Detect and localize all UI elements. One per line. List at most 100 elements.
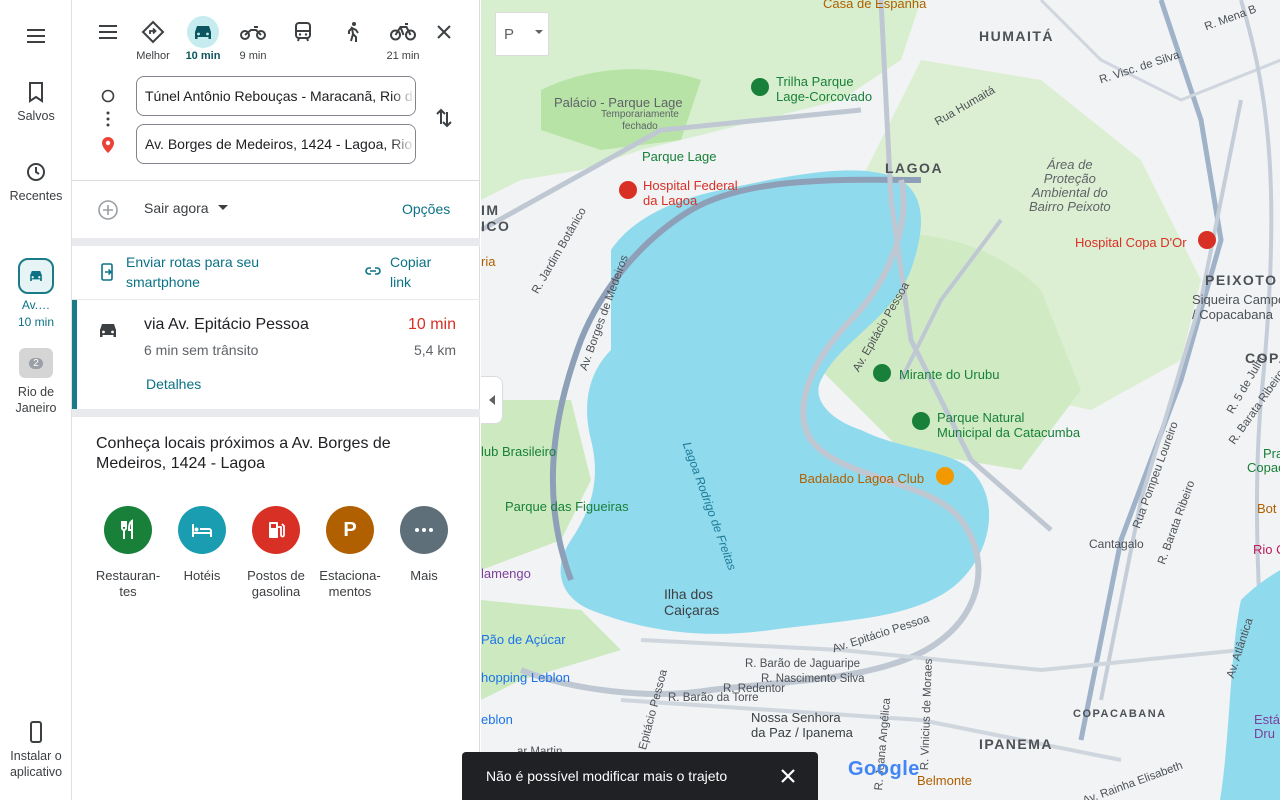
bicycle-icon <box>390 23 416 41</box>
section-divider <box>72 238 480 246</box>
map-canvas[interactable]: P HUMAITÁ LAGOA PEIXOTO COPA COPACABANA … <box>481 0 1280 800</box>
mode-transit[interactable] <box>281 16 325 64</box>
google-logo: Google <box>848 758 920 780</box>
category-restaurants[interactable]: Restauran-tes <box>90 506 166 600</box>
install-label-line1: Instalar o <box>10 749 62 763</box>
transit-icon <box>295 22 311 42</box>
poi-marker-hospital-copa[interactable] <box>1198 231 1216 249</box>
street-jaguaripe: R. Barão de Jaguaripe <box>745 658 861 670</box>
poi-marker-hospital[interactable] <box>619 181 637 199</box>
poi-flamengo[interactable]: lamengo <box>481 566 531 581</box>
swap-icon <box>436 108 452 128</box>
selected-route-indicator <box>72 300 77 410</box>
poi-parque-lage[interactable]: Parque Lage <box>642 149 716 164</box>
destination-value: Av. Borges de Medeiros, 1424 - Lagoa, Ri… <box>145 136 415 152</box>
category-label-l1: Estaciona- <box>319 568 381 583</box>
walking-icon <box>348 22 359 42</box>
mode-car[interactable]: 10 min <box>181 16 225 64</box>
poi-palacio[interactable]: Palácio - Parque Lage <box>554 95 683 110</box>
ilha-line1: Ilha dos <box>664 586 714 602</box>
mode-walk[interactable] <box>331 16 375 64</box>
poi-badalado[interactable]: Badalado Lagoa Club <box>799 471 924 486</box>
send-to-phone-button[interactable]: Enviar rotas para seu smartphone <box>100 252 259 292</box>
poi-figueiras[interactable]: Parque das Figueiras <box>505 499 629 514</box>
category-label-l2: mentos <box>328 584 372 599</box>
install-app-button[interactable]: Instalar o aplicativo <box>0 720 72 780</box>
poi-parque-natural[interactable]: Parque Natural Municipal da Catacumba <box>937 410 1080 440</box>
poi-casa-espanha[interactable]: Casa de Espanha <box>823 0 926 11</box>
poi-trilha[interactable]: Trilha Parque Lage-Corcovado <box>776 74 872 104</box>
poi-cantagalo[interactable]: Cantagalo <box>1089 537 1144 551</box>
category-more[interactable]: Mais <box>386 506 462 584</box>
area-lagoa: LAGOA <box>885 160 944 176</box>
car-icon <box>100 324 116 337</box>
nossa-line2: da Paz / Ipanema <box>751 725 853 740</box>
close-directions-button[interactable] <box>432 20 456 44</box>
snackbar-close-button[interactable] <box>778 766 798 786</box>
temp-line2: fechado <box>622 121 658 132</box>
poi-copaca[interactable]: Copaca <box>1247 460 1280 475</box>
route-via: via Av. Epitácio Pessoa <box>144 316 309 333</box>
route-dots-icon <box>106 111 110 127</box>
category-gas-stations[interactable]: Postos de gasolina <box>238 506 314 600</box>
recents-button[interactable]: Recentes <box>0 160 72 204</box>
parque-natural-line1: Parque Natural <box>937 410 1025 425</box>
area-ico: ICO <box>481 218 511 234</box>
poi-bot[interactable]: Bot <box>1257 501 1277 516</box>
copy-link-button[interactable]: Copiar link <box>364 252 431 292</box>
poi-nossa-senhora[interactable]: Nossa Senhora da Paz / Ipanema <box>751 710 853 740</box>
poi-club[interactable]: lub Brasileiro <box>481 444 556 459</box>
options-button[interactable]: Opções <box>402 201 450 217</box>
leave-now-dropdown[interactable]: Sair agora <box>144 200 229 216</box>
recent-route-item[interactable]: Av.… 10 min <box>0 258 72 330</box>
collapse-panel-button[interactable] <box>481 376 503 424</box>
poi-ria[interactable]: ria <box>481 254 495 269</box>
recent-route-label: Av.… <box>21 298 51 312</box>
poi-siqueira-campos[interactable]: Siqueira Campos/ Copacabana <box>1192 292 1280 322</box>
poi-belmonte[interactable]: Belmonte <box>917 773 972 788</box>
poi-marker-trilha[interactable] <box>751 78 769 96</box>
poi-dru[interactable]: Dru <box>1254 726 1275 741</box>
poi-pao-acucar[interactable]: Pão de Açúcar <box>481 632 566 647</box>
parking-layer-icon: P <box>504 25 515 43</box>
route-details-button[interactable]: Detalhes <box>146 376 201 392</box>
mode-bike[interactable]: 21 min <box>381 16 425 64</box>
phone-icon <box>30 721 42 743</box>
menu-button[interactable] <box>0 24 72 48</box>
directions-panel: Melhor 10 min 9 min 21 min Túnel Antônio… <box>72 0 480 800</box>
section-divider <box>72 409 480 417</box>
panel-menu-button[interactable] <box>96 20 120 44</box>
recent-place-item[interactable]: 2 Rio de Janeiro <box>0 348 72 416</box>
mode-best[interactable]: Melhor <box>131 16 175 64</box>
category-hotels[interactable]: Hotéis <box>164 506 240 584</box>
poi-pra[interactable]: Pra <box>1263 446 1280 461</box>
poi-marker-mirante[interactable] <box>873 364 891 382</box>
poi-marker-parque-natural[interactable] <box>912 412 930 430</box>
nearby-title-line2: Medeiros, 1424 - Lagoa <box>96 455 265 472</box>
route-option-card[interactable]: via Av. Epitácio Pessoa 10 min 6 min sem… <box>72 299 480 410</box>
mode-motorcycle[interactable]: 9 min <box>231 16 275 64</box>
origin-value: Túnel Antônio Rebouças - Maracanã, Rio d… <box>145 88 415 104</box>
category-parking[interactable]: P Estaciona-mentos <box>312 506 388 600</box>
destination-input[interactable]: Av. Borges de Medeiros, 1424 - Lagoa, Ri… <box>136 124 416 164</box>
layer-toggle-button[interactable]: P <box>495 12 549 56</box>
poi-ilha: Ilha dos Caiçaras <box>664 586 719 618</box>
poi-marker-badalado[interactable] <box>936 467 954 485</box>
poi-hospital-copa[interactable]: Hospital Copa D'Or <box>1075 235 1187 250</box>
poi-hospital-federal[interactable]: Hospital Federal da Lagoa <box>643 178 738 208</box>
poi-esta[interactable]: Está <box>1254 712 1280 727</box>
ilha-line2: Caiçaras <box>664 602 720 618</box>
category-label-l2: tes <box>119 584 137 599</box>
poi-shopping-leblon[interactable]: hopping Leblon <box>481 670 570 685</box>
place-label-line2: Janeiro <box>15 401 57 415</box>
poi-rio[interactable]: Rio C <box>1253 542 1280 557</box>
origin-input[interactable]: Túnel Antônio Rebouças - Maracanã, Rio d… <box>136 76 416 116</box>
poi-trilha-line2: Lage-Corcovado <box>776 89 873 104</box>
poi-mirante[interactable]: Mirante do Urubu <box>899 367 999 382</box>
chevron-left-icon <box>488 395 495 405</box>
saved-button[interactable]: Salvos <box>0 80 72 124</box>
swap-locations-button[interactable] <box>432 106 456 130</box>
area-humaita: HUMAITÁ <box>979 28 1055 44</box>
add-stop-button[interactable] <box>96 198 120 222</box>
poi-leblon[interactable]: eblon <box>481 712 513 727</box>
